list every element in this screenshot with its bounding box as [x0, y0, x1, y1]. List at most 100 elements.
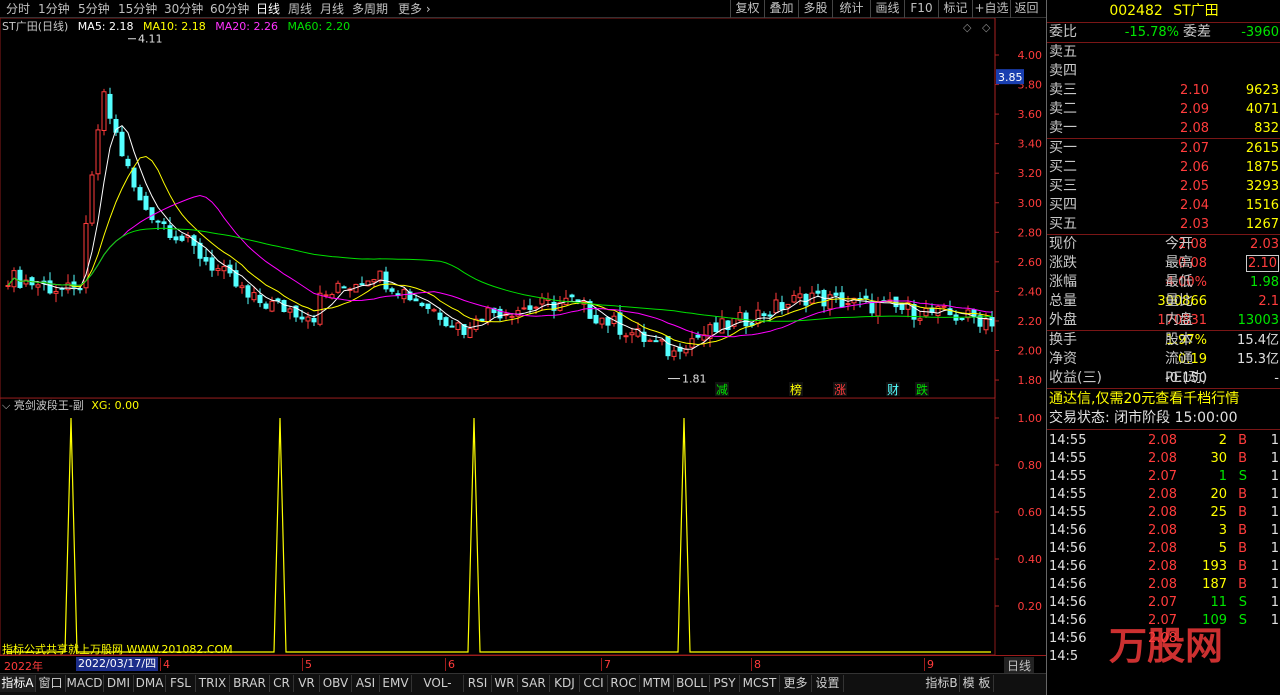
month-label-4: 8	[751, 658, 761, 671]
indicator-tab-1[interactable]: 窗口	[36, 675, 66, 692]
indicator-tab-27[interactable]: 模 板	[960, 675, 994, 692]
indicator-tab-14[interactable]: RSI	[464, 675, 492, 692]
indicator-tab-20[interactable]: MTM	[640, 675, 674, 692]
candle-body	[605, 317, 611, 326]
ask-volume: 832	[1254, 121, 1279, 136]
period-tab-0[interactable]: 分时	[6, 1, 30, 17]
tick-count: 1	[1270, 487, 1279, 502]
candle-body	[665, 336, 671, 357]
period-tab-7[interactable]: 周线	[288, 1, 312, 17]
candle-body	[593, 314, 599, 324]
stat2-row-1: 净资 0.19 流通 15.3亿	[1047, 350, 1280, 369]
event-marker-3: 财	[887, 383, 899, 397]
indicator-tab-11[interactable]: ASI	[352, 675, 380, 692]
stat2-row-2: 收益(三) -0.150 PE(动) -	[1047, 369, 1280, 388]
month-label-5: 9	[924, 658, 934, 671]
promo-text[interactable]: 通达信,仅需20元查看千档行情	[1049, 390, 1280, 409]
indicator-tab-9[interactable]: VR	[294, 675, 320, 692]
candle-body	[287, 308, 293, 313]
indicator-tab-8[interactable]: CR	[270, 675, 294, 692]
indicator-tab-25[interactable]: 设置	[812, 675, 844, 692]
kline-chart[interactable]: 4.00 3.80 3.60 3.40 3.20 3.00 2.80 2.60 2.40 2.20…	[0, 18, 1046, 398]
period-tab-5[interactable]: 60分钟	[210, 1, 249, 17]
chevron-down-icon[interactable]: ⌵	[2, 399, 10, 412]
indicator-tab-3[interactable]: DMI	[104, 675, 134, 692]
bid-label: 买一	[1049, 140, 1077, 156]
toolbar-action-5[interactable]: F10	[904, 0, 938, 18]
period-tab-3[interactable]: 15分钟	[118, 1, 157, 17]
xg-signal-line	[6, 417, 991, 653]
tick-time: 14:56	[1049, 559, 1087, 574]
indicator-tab-13[interactable]: VOL-TDX	[412, 675, 464, 695]
bid-row-3: 买四 2.04 1516	[1047, 196, 1280, 215]
tick-volume: 1	[1218, 469, 1227, 484]
ask-label: 卖二	[1049, 101, 1077, 117]
toolbar-action-0[interactable]: 复权	[730, 0, 764, 18]
candle-body	[845, 303, 851, 306]
stat-label-a: 外盘	[1049, 312, 1077, 328]
indicator-tab-7[interactable]: BRAR	[230, 675, 270, 692]
candle-body	[137, 187, 143, 201]
indicator-tab-17[interactable]: KDJ	[550, 675, 580, 692]
toolbar-action-4[interactable]: 画线	[870, 0, 904, 18]
bid-volume: 3293	[1245, 179, 1279, 194]
toolbar-action-8[interactable]: 返回	[1010, 0, 1042, 18]
period-tab-1[interactable]: 1分钟	[38, 1, 70, 17]
candle-body	[281, 300, 287, 312]
period-tab-9[interactable]: 多周期	[352, 1, 388, 17]
toolbar-action-6[interactable]: 标记	[938, 0, 972, 18]
stat-row-3: 总量 300866 量比 2.1	[1047, 292, 1280, 311]
indicator-tab-18[interactable]: CCI	[580, 675, 608, 692]
indicator-tab-23[interactable]: MCST	[740, 675, 780, 692]
bid-price: 2.04	[1180, 198, 1209, 213]
stat2-value-b: -	[1274, 371, 1279, 386]
tick-price: 2.08	[1148, 541, 1177, 556]
ask-row-0: 卖五	[1047, 43, 1280, 62]
indicator-tab-22[interactable]: PSY	[710, 675, 740, 692]
indicator-tab-2[interactable]: MACD	[66, 675, 104, 692]
indicator-tab-6[interactable]: TRIX	[196, 675, 230, 692]
indicator-tab-21[interactable]: BOLL	[674, 675, 710, 692]
tick-time: 14:56	[1049, 595, 1087, 610]
candle-body	[155, 220, 161, 223]
indicator-tab-24[interactable]: 更多	[780, 675, 812, 692]
stat-label-a: 总量	[1049, 293, 1077, 309]
period-tab-6[interactable]: 日线	[256, 1, 280, 17]
candle-body	[527, 305, 533, 310]
indicator-tab-0[interactable]: 指标A	[0, 675, 36, 692]
toolbar-action-1[interactable]: 叠加	[764, 0, 798, 18]
period-tab-10[interactable]: 更多 ›	[398, 1, 431, 17]
period-tab-2[interactable]: 5分钟	[78, 1, 110, 17]
tick-row-9: 14:56 2.07 11 S 1	[1047, 594, 1280, 612]
toolbar-action-2[interactable]: 多股	[798, 0, 832, 18]
tick-count: 1	[1270, 595, 1279, 610]
candle-body	[533, 306, 539, 309]
ma10-value: MA10: 2.18	[143, 20, 206, 33]
indicator-tab-12[interactable]: EMV	[380, 675, 412, 692]
candle-body	[755, 309, 761, 324]
indicator-tab-15[interactable]: WR	[492, 675, 518, 692]
period-tab-8[interactable]: 月线	[320, 1, 344, 17]
tick-time: 14:5	[1049, 649, 1079, 664]
sub-tick-0: 1.00	[1018, 412, 1043, 425]
tick-count: 1	[1270, 577, 1279, 592]
indicator-tab-5[interactable]: FSL	[166, 675, 196, 692]
indicator-tab-10[interactable]: OBV	[320, 675, 352, 692]
bid-row-1: 买二 2.06 1875	[1047, 158, 1280, 177]
ask-row-1: 卖四	[1047, 62, 1280, 81]
event-marker-2: 涨	[834, 382, 846, 397]
toolbar-action-3[interactable]: 统计	[832, 0, 870, 18]
tick-count: 1	[1270, 559, 1279, 574]
indicator-tab-4[interactable]: DMA	[134, 675, 166, 692]
tick-volume: 193	[1202, 559, 1227, 574]
price-tick-7: 2.60	[1018, 256, 1043, 269]
ask-label: 卖一	[1049, 120, 1077, 136]
indicator-tab-16[interactable]: SAR	[518, 675, 550, 692]
period-tab-4[interactable]: 30分钟	[164, 1, 203, 17]
indicator-tab-26[interactable]: 指标B	[924, 675, 960, 692]
tick-side: B	[1238, 523, 1247, 538]
candle-body	[833, 292, 839, 296]
ask-price: 2.10	[1180, 83, 1209, 98]
toolbar-action-7[interactable]: +自选	[972, 0, 1010, 18]
indicator-tab-19[interactable]: ROC	[608, 675, 640, 692]
